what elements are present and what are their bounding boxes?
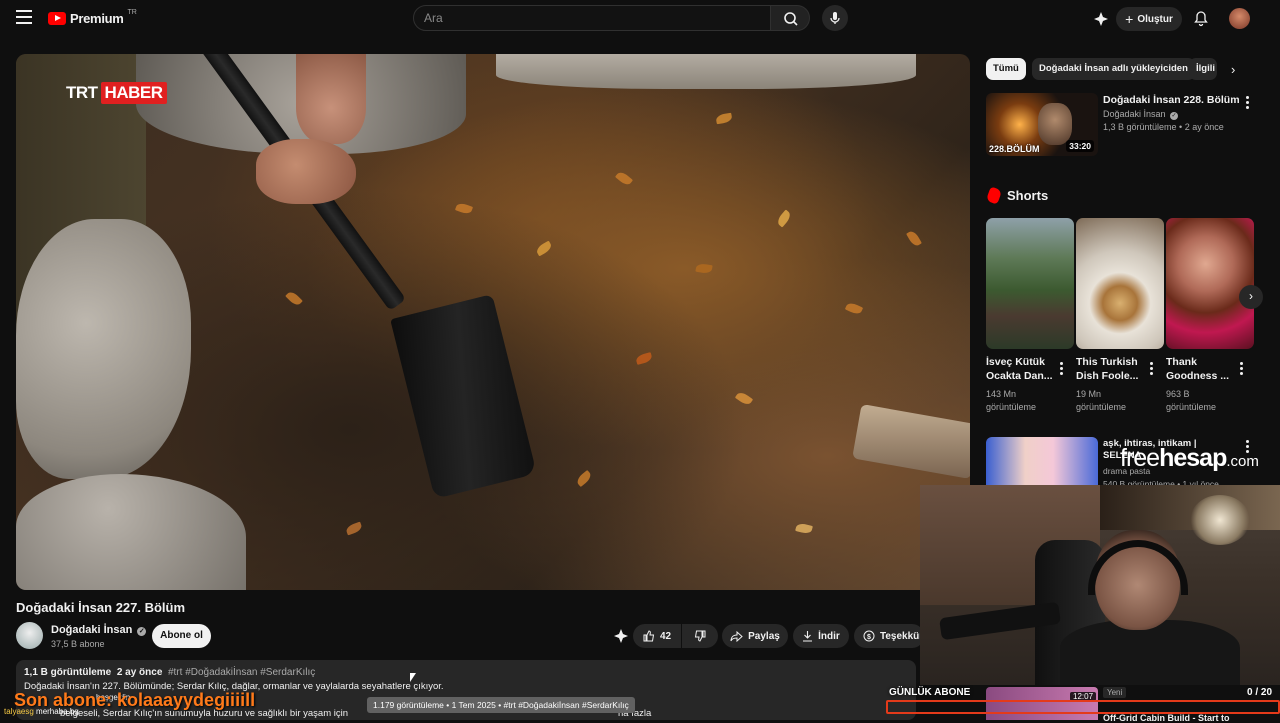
download-icon (803, 631, 813, 642)
thanks-button[interactable]: $ Teşekkür (854, 624, 924, 648)
channel-avatar[interactable] (16, 622, 43, 649)
subscribe-button[interactable]: Abone ol (152, 624, 211, 648)
youtube-logo[interactable]: Premium TR (48, 9, 137, 26)
chip-related[interactable]: İlgili (1189, 58, 1217, 80)
plus-icon: + (1125, 11, 1134, 27)
download-button[interactable]: İndir (793, 624, 849, 648)
video-player[interactable]: TRT HABER (16, 54, 970, 590)
search-button[interactable] (770, 5, 810, 31)
short-views: 19 Mn görüntüleme (1076, 389, 1127, 412)
verified-icon: ✓ (137, 627, 147, 636)
chevron-right-icon[interactable]: › (1231, 62, 1235, 77)
voice-search-button[interactable] (822, 5, 848, 31)
chip-uploader[interactable]: Doğadaki İnsan adlı yükleyiciden (1032, 58, 1195, 80)
views-tooltip: 1.179 görüntüleme • 1 Tem 2025 • #trt #D… (367, 697, 635, 713)
daily-sub-progress (886, 700, 1280, 714)
mouse-cursor-icon (410, 673, 416, 682)
super-thanks-icon: $ (863, 630, 875, 642)
svg-text:$: $ (867, 634, 871, 641)
shorts-logo-icon (985, 186, 1003, 205)
recommended-title[interactable]: Off-Grid Cabin Build - Start to (1103, 713, 1230, 723)
recommended-title[interactable]: Doğadaki İnsan 228. Bölüm (1103, 94, 1240, 106)
short-thumbnail[interactable] (1076, 218, 1164, 349)
trt-haber-logo: TRT HABER (66, 82, 167, 104)
rock (496, 54, 916, 89)
subscriber-count: 37,5 B abone (51, 639, 105, 649)
new-badge: Yeni (1103, 687, 1127, 698)
thumbs-up-icon (643, 630, 655, 642)
recommended-thumbnail[interactable] (986, 437, 1098, 487)
like-button[interactable]: 42 (633, 624, 681, 648)
short-title[interactable]: Thank Goodness ... (1166, 355, 1238, 383)
chip-all[interactable]: Tümü (986, 58, 1026, 80)
channel-name[interactable]: Doğadaki İnsan ✓ (51, 624, 147, 636)
recommended-meta: 1,3 B görüntüleme • 2 ay önce (1103, 122, 1224, 132)
short-thumbnail[interactable] (986, 218, 1074, 349)
more-options-icon[interactable] (1240, 362, 1244, 377)
chat-message: talyaesg merhaba.bg (4, 707, 79, 716)
short-title[interactable]: İsveç Kütük Ocakta Dan... (986, 355, 1058, 383)
sparkle-ask-icon[interactable] (613, 628, 629, 649)
create-label: Oluştur (1137, 13, 1173, 25)
create-button[interactable]: + Oluştur (1116, 7, 1182, 31)
freehesap-watermark: freehesap.com (1120, 444, 1259, 472)
share-icon (730, 630, 743, 642)
logo-text: Premium (70, 11, 124, 26)
person-hand (256, 139, 356, 204)
streamer-webcam (920, 485, 1280, 685)
dislike-button[interactable] (682, 624, 718, 648)
short-title[interactable]: This Turkish Dish Foole... (1076, 355, 1148, 383)
region-code: TR (127, 9, 137, 16)
duration-badge: 33:20 (1066, 140, 1094, 152)
recommended-thumbnail[interactable]: 228.BÖLÜM 33:20 (986, 93, 1098, 156)
search-input[interactable]: Ara (413, 5, 771, 31)
top-bar: Premium TR Ara + Oluştur (0, 0, 1280, 38)
shorts-next-button[interactable]: › (1239, 285, 1263, 309)
daily-sub-label: GÜNLÜK ABONE (889, 687, 971, 698)
person-hand (296, 54, 366, 144)
rock (16, 474, 246, 590)
video-title: Doğadaki İnsan 227. Bölüm (16, 600, 186, 615)
youtube-play-icon (48, 12, 66, 25)
shovel-blade (390, 294, 537, 499)
short-views: 143 Mn görüntüleme (986, 389, 1037, 412)
more-options-icon[interactable] (1060, 362, 1064, 377)
daily-sub-count: 0 / 20 (1247, 687, 1273, 698)
shorts-heading: Shorts (1007, 188, 1049, 203)
description-meta: 1,1 B görüntüleme 2 ay önce #trt #Doğada… (24, 667, 316, 678)
account-avatar[interactable] (1229, 8, 1250, 29)
verified-icon: ✓ (1170, 112, 1179, 120)
wood-log (852, 403, 970, 480)
share-button[interactable]: Paylaş (722, 624, 788, 648)
recommended-channel[interactable]: Doğadaki İnsan ✓ (1103, 109, 1179, 120)
menu-icon[interactable] (16, 10, 32, 24)
more-options-icon[interactable] (1246, 96, 1250, 111)
notifications-bell-icon[interactable] (1193, 10, 1209, 32)
short-views: 963 B görüntüleme (1166, 389, 1217, 412)
like-count: 42 (659, 630, 672, 642)
microphone-icon (830, 12, 840, 24)
search-icon (784, 12, 798, 26)
gemini-sparkle-icon[interactable] (1093, 11, 1109, 32)
more-options-icon[interactable] (1150, 362, 1154, 377)
short-thumbnail[interactable] (1166, 218, 1254, 349)
thumbs-down-icon (694, 630, 706, 642)
rock (16, 219, 191, 479)
